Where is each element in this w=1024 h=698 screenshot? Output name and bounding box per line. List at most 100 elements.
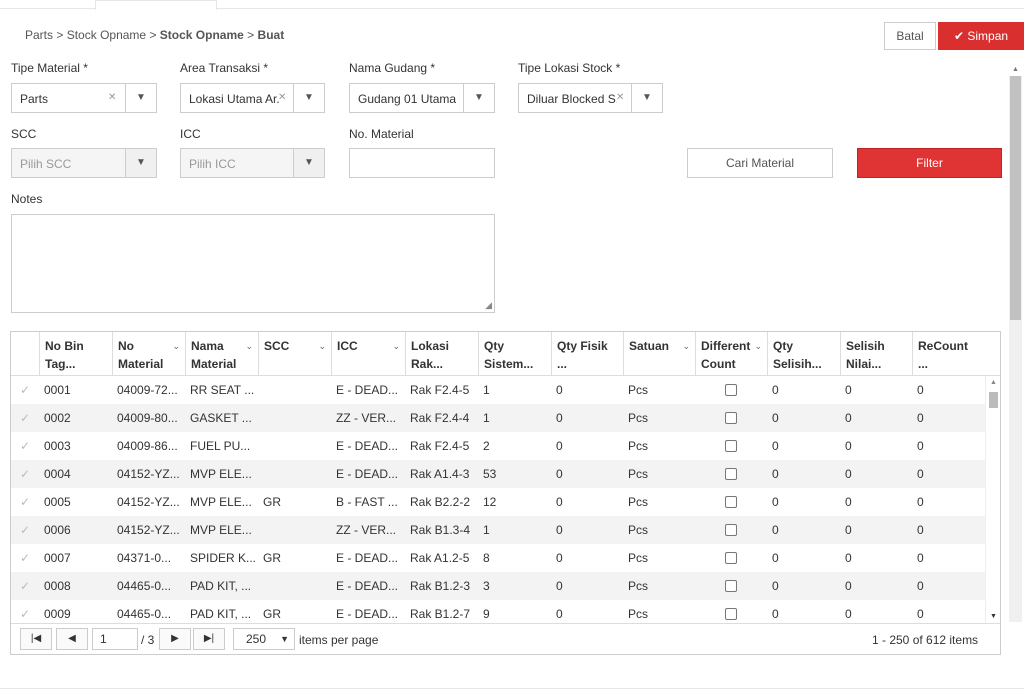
table-row[interactable]: ✓ 0001 04009-72... RR SEAT ... E - DEAD... Ra…	[11, 376, 985, 404]
table-row[interactable]: ✓ 0007 04371-0... SPIDER K... GR E - DEAD... R…	[11, 544, 985, 572]
tipe-material-select[interactable]: Parts ✕ ▼	[11, 83, 157, 113]
page-scrollbar-thumb[interactable]	[1010, 76, 1021, 320]
table-cell-fis: 0	[556, 523, 563, 537]
table-row[interactable]: ✓ 0005 04152-YZ... MVP ELE... GR B - FAST ...…	[11, 488, 985, 516]
prev-page-button[interactable]: ◀	[56, 628, 88, 650]
resize-grip-icon[interactable]: ◢	[485, 300, 492, 311]
row-select-check-icon[interactable]: ✓	[11, 572, 39, 600]
next-page-icon: ▶	[171, 633, 179, 644]
next-page-button[interactable]: ▶	[159, 628, 191, 650]
different-count-checkbox[interactable]	[725, 607, 737, 620]
grid-scrollbar[interactable]: ▲ ▼	[985, 376, 1000, 623]
different-count-checkbox[interactable]	[725, 439, 737, 452]
table-row[interactable]: ✓ 0003 04009-86... FUEL PU... E - DEAD... Rak…	[11, 432, 985, 460]
row-select-check-icon[interactable]: ✓	[11, 376, 39, 404]
column-header-different-count[interactable]: Different Count ⌄	[695, 332, 767, 376]
items-per-page-label: items per page	[299, 633, 379, 647]
table-cell-sel: 0	[772, 467, 779, 481]
simpan-button[interactable]: ✔ Simpan	[938, 22, 1024, 50]
different-count-checkbox[interactable]	[725, 551, 737, 564]
nama-gudang-select[interactable]: Gudang 01 Utama ▼	[349, 83, 495, 113]
table-row[interactable]: ✓ 0009 04465-0... PAD KIT, ... GR E - DEAD...…	[11, 600, 985, 623]
column-header-qty-selisih[interactable]: Qty Selisih...	[767, 332, 840, 376]
no-material-input[interactable]	[349, 148, 495, 178]
stock-opname-grid: No Bin Tag... No Material ⌄ Nama Material…	[10, 331, 1001, 655]
area-transaksi-select[interactable]: Lokasi Utama Ar. ✕ ▼	[180, 83, 325, 113]
table-cell-nama: MVP ELE...	[190, 467, 252, 481]
batal-button[interactable]: Batal	[884, 22, 936, 50]
clear-icon[interactable]: ✕	[616, 92, 624, 103]
scroll-down-icon[interactable]: ▼	[990, 613, 997, 620]
tipe-lokasi-stock-select[interactable]: Diluar Blocked S. ✕ ▼	[518, 83, 663, 113]
grid-body: ✓ 0001 04009-72... RR SEAT ... E - DEAD... Ra…	[11, 376, 985, 623]
chevron-down-icon[interactable]: ▼	[125, 149, 156, 177]
chevron-down-icon[interactable]: ▼	[293, 84, 324, 112]
chevron-down-icon[interactable]: ⌄	[172, 337, 180, 355]
chevron-down-icon[interactable]: ⌄	[318, 337, 326, 355]
different-count-checkbox[interactable]	[725, 383, 737, 396]
different-count-checkbox[interactable]	[725, 467, 737, 480]
clear-icon[interactable]: ✕	[278, 92, 286, 103]
column-header-no-material[interactable]: No Material ⌄	[112, 332, 185, 376]
scroll-up-icon[interactable]: ▲	[1012, 66, 1019, 73]
cari-material-button[interactable]: Cari Material	[687, 148, 833, 178]
column-header-no-bin-tag[interactable]: No Bin Tag...	[39, 332, 112, 376]
column-header-scc[interactable]: SCC ⌄	[258, 332, 331, 376]
row-select-check-icon[interactable]: ✓	[11, 516, 39, 544]
breadcrumb-parts[interactable]: Parts	[25, 28, 53, 42]
scroll-up-icon[interactable]: ▲	[990, 379, 997, 386]
row-select-check-icon[interactable]: ✓	[11, 432, 39, 460]
page-size-select[interactable]: 250 ▼	[233, 628, 295, 650]
grid-pager: |◀ ◀ 1 / 3 ▶ ▶| 250 ▼ items per page 1 - …	[11, 623, 1000, 654]
page-number-input[interactable]: 1	[92, 628, 138, 650]
breadcrumb-stock-opname[interactable]: Stock Opname	[67, 28, 146, 42]
chevron-down-icon[interactable]: ⌄	[392, 337, 400, 355]
chevron-down-icon[interactable]: ⌄	[682, 337, 690, 355]
chevron-down-icon[interactable]: ▼	[125, 84, 156, 112]
chevron-down-icon[interactable]: ▼	[631, 84, 662, 112]
column-header-satuan[interactable]: Satuan ⌄	[623, 332, 695, 376]
column-header-selisih-nilai[interactable]: Selisih Nilai...	[840, 332, 912, 376]
table-cell-bin: 0002	[44, 411, 71, 425]
chevron-down-icon[interactable]: ⌄	[245, 337, 253, 355]
table-cell-rec: 0	[917, 439, 924, 453]
different-count-checkbox[interactable]	[725, 579, 737, 592]
column-header-icc[interactable]: ICC ⌄	[331, 332, 405, 376]
chevron-down-icon[interactable]: ▼	[293, 149, 324, 177]
icc-select[interactable]: Pilih ICC ▼	[180, 148, 325, 178]
column-header-recount[interactable]: ReCount ...	[912, 332, 985, 376]
chevron-down-icon[interactable]: ⌄	[754, 337, 762, 355]
row-select-check-icon[interactable]: ✓	[11, 600, 39, 623]
column-header-lokasi-rak[interactable]: Lokasi Rak...	[405, 332, 478, 376]
row-select-check-icon[interactable]: ✓	[11, 460, 39, 488]
row-select-check-icon[interactable]: ✓	[11, 544, 39, 572]
column-header-nama-material[interactable]: Nama Material ⌄	[185, 332, 258, 376]
table-cell-different-count	[695, 376, 767, 404]
table-cell-nil: 0	[845, 551, 852, 565]
breadcrumb-buat: Buat	[257, 28, 285, 42]
column-header-qty-fisik[interactable]: Qty Fisik ...	[551, 332, 623, 376]
table-cell-no: 04009-80...	[117, 411, 178, 425]
first-page-icon: |◀	[30, 633, 42, 644]
row-select-check-icon[interactable]: ✓	[11, 488, 39, 516]
table-cell-nama: SPIDER K...	[190, 551, 257, 565]
clear-icon[interactable]: ✕	[108, 92, 116, 103]
different-count-checkbox[interactable]	[725, 411, 737, 424]
column-header-qty-sistem[interactable]: Qty Sistem...	[478, 332, 551, 376]
filter-button[interactable]: Filter	[857, 148, 1002, 178]
table-row[interactable]: ✓ 0008 04465-0... PAD KIT, ... E - DEAD... Ra…	[11, 572, 985, 600]
table-row[interactable]: ✓ 0002 04009-80... GASKET ... ZZ - VER... Rak…	[11, 404, 985, 432]
notes-textarea[interactable]: ◢	[11, 214, 495, 313]
table-row[interactable]: ✓ 0006 04152-YZ... MVP ELE... ZZ - VER... Rak…	[11, 516, 985, 544]
table-row[interactable]: ✓ 0004 04152-YZ... MVP ELE... E - DEAD... Rak…	[11, 460, 985, 488]
grid-scrollbar-thumb[interactable]	[989, 392, 998, 408]
chevron-down-icon[interactable]: ▼	[463, 84, 494, 112]
row-select-check-icon[interactable]: ✓	[11, 404, 39, 432]
last-page-button[interactable]: ▶|	[193, 628, 225, 650]
different-count-checkbox[interactable]	[725, 523, 737, 536]
scc-select[interactable]: Pilih SCC ▼	[11, 148, 157, 178]
first-page-button[interactable]: |◀	[20, 628, 52, 650]
different-count-checkbox[interactable]	[725, 495, 737, 508]
active-tab[interactable]	[95, 0, 217, 10]
page-scrollbar[interactable]: ▲	[1009, 62, 1022, 622]
